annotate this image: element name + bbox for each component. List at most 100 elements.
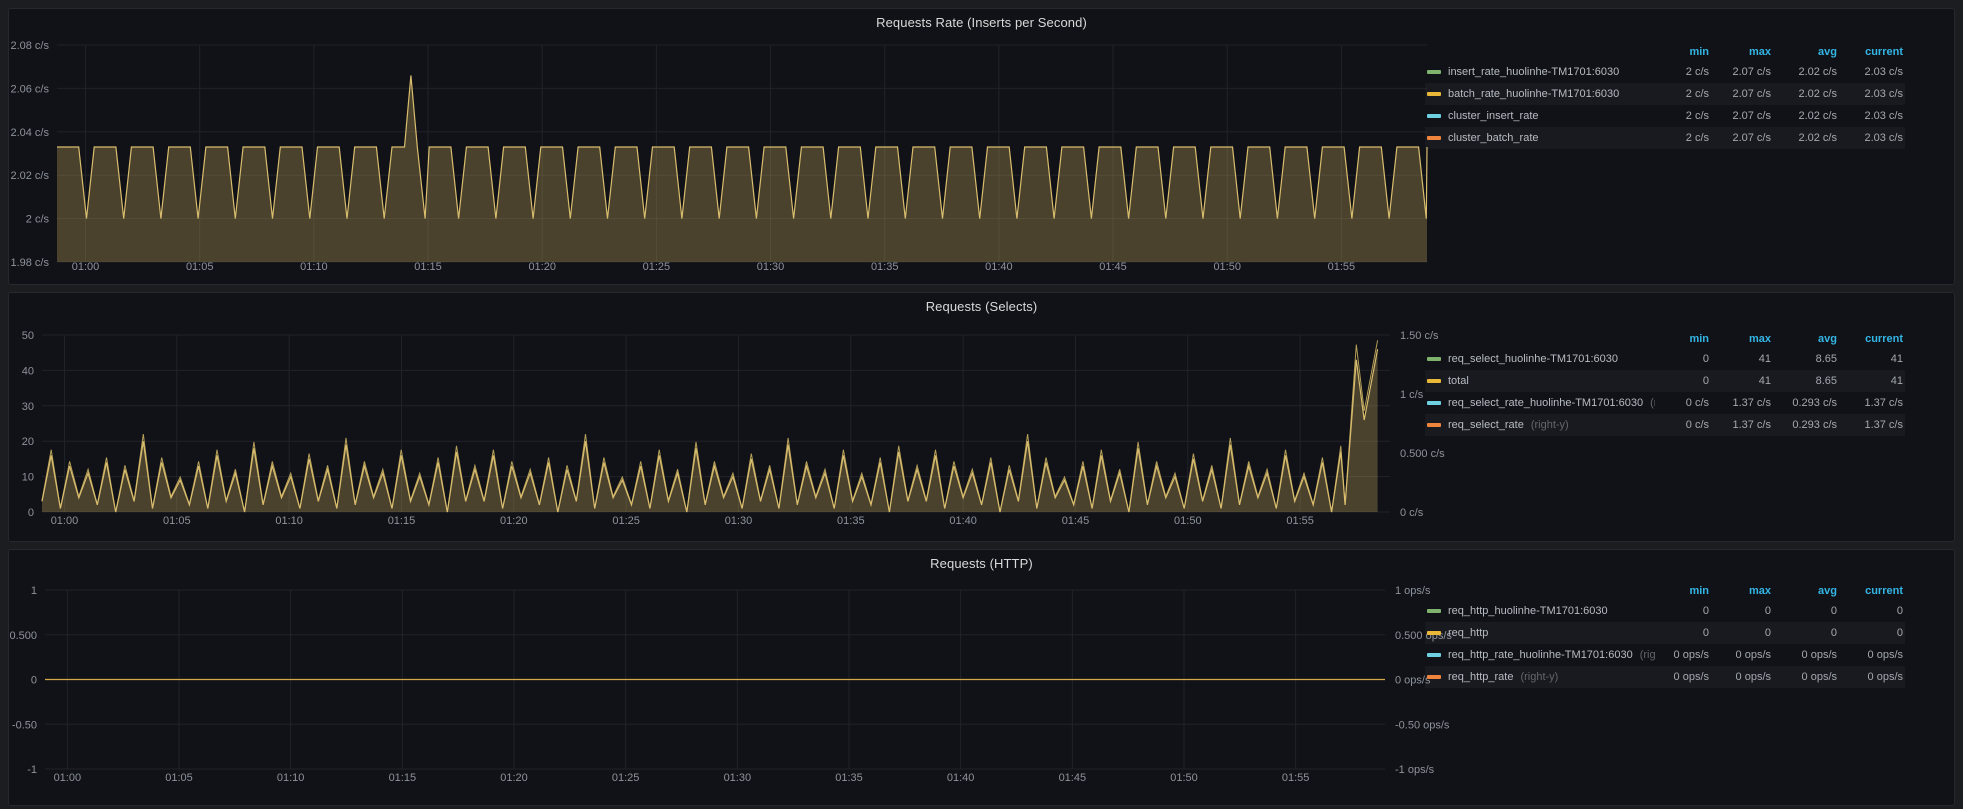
legend-series: total <box>1425 376 1655 387</box>
x-axis-tick-label: 01:35 <box>871 261 899 273</box>
legend-max-value: 2.07 c/s <box>1711 133 1773 144</box>
x-axis-tick-label: 01:40 <box>985 261 1013 273</box>
legend-header-avg[interactable]: avg <box>1773 586 1839 597</box>
series-color-swatch-icon <box>1427 631 1441 635</box>
legend-avg-value: 2.02 c/s <box>1773 111 1839 122</box>
legend-current-value: 0 ops/s <box>1839 672 1905 683</box>
legend-avg-value: 2.02 c/s <box>1773 89 1839 100</box>
legend-series-name[interactable]: req_select_huolinhe-TM1701:6030 <box>1448 354 1618 365</box>
legend-header-max[interactable]: max <box>1711 586 1773 597</box>
legend-series-name[interactable]: req_http <box>1448 628 1488 639</box>
y-axis-tick-label: 2 c/s <box>26 214 50 226</box>
legend-series: req_select_rate (right-y) <box>1425 420 1655 431</box>
grafana-dashboard: Requests Rate (Inserts per Second) 2.08 … <box>0 0 1963 806</box>
series-color-swatch-icon <box>1427 653 1441 657</box>
x-axis-tick-label: 01:40 <box>947 772 975 784</box>
legend-series-name[interactable]: req_select_rate_huolinhe-TM1701:6030 <box>1448 398 1643 409</box>
panel-title[interactable]: Requests Rate (Inserts per Second) <box>9 15 1954 30</box>
x-axis-tick-label: 01:30 <box>725 515 753 527</box>
legend-max-value: 2.07 c/s <box>1711 111 1773 122</box>
legend-avg-value: 8.65 <box>1773 354 1839 365</box>
panel-title[interactable]: Requests (Selects) <box>9 299 1954 314</box>
legend-header-min[interactable]: min <box>1655 334 1711 345</box>
legend-series-name[interactable]: total <box>1448 376 1469 387</box>
legend-series-name[interactable]: req_http_huolinhe-TM1701:6030 <box>1448 606 1608 617</box>
legend-series: req_select_huolinhe-TM1701:6030 <box>1425 354 1655 365</box>
legend-series-name[interactable]: cluster_batch_rate <box>1448 133 1539 144</box>
right-y-axis-tick-label: 0 c/s <box>1400 507 1424 519</box>
x-axis-tick-label: 01:40 <box>949 515 977 527</box>
legend-max-value: 2.07 c/s <box>1711 67 1773 78</box>
legend-min-value: 0 <box>1655 354 1711 365</box>
legend-header-current[interactable]: current <box>1839 47 1905 58</box>
x-axis-tick-label: 01:20 <box>500 772 528 784</box>
legend-current-value: 0 <box>1839 628 1905 639</box>
legend-header-max[interactable]: max <box>1711 47 1773 58</box>
x-axis-tick-label: 01:15 <box>414 261 442 273</box>
legend-header-avg[interactable]: avg <box>1773 334 1839 345</box>
y-axis-tick-label: 10 <box>22 472 34 484</box>
right-y-axis-tick-label: -1 ops/s <box>1395 764 1435 776</box>
legend-header-row: minmaxavgcurrent <box>1425 582 1905 600</box>
legend-min-value: 0 <box>1655 376 1711 387</box>
legend-row: cluster_batch_rate 2 c/s2.07 c/s2.02 c/s2… <box>1425 127 1905 149</box>
legend-avg-value: 0.293 c/s <box>1773 420 1839 431</box>
legend-row: cluster_insert_rate2 c/s2.07 c/s2.02 c/s… <box>1425 105 1905 127</box>
legend-header-max[interactable]: max <box>1711 334 1773 345</box>
legend-series: cluster_batch_rate <box>1425 133 1655 144</box>
x-axis-tick-label: 01:45 <box>1059 772 1087 784</box>
legend-row: batch_rate_huolinhe-TM1701:60302 c/s2.07… <box>1425 83 1905 105</box>
right-y-axis-tick-label: -0.50 ops/s <box>1395 719 1450 731</box>
y-axis-tick-label: 1 <box>31 585 37 597</box>
legend-min-value: 2 c/s <box>1655 133 1711 144</box>
legend-series-name[interactable]: insert_rate_huolinhe-TM1701:6030 <box>1448 67 1619 78</box>
x-axis-tick-label: 01:00 <box>54 772 82 784</box>
series-color-swatch-icon <box>1427 423 1441 427</box>
legend-series-name[interactable]: req_http_rate_huolinhe-TM1701:6030 <box>1448 650 1633 661</box>
y-axis-tick-label: 30 <box>22 401 34 413</box>
legend-right-axis-tag: (right-y) <box>1520 672 1558 683</box>
x-axis-tick-label: 01:05 <box>165 772 193 784</box>
panel-requests-http: Requests (HTTP) 10.5000-0.50-11 ops/s0.5… <box>8 549 1955 806</box>
y-axis-tick-label: 2.04 c/s <box>10 127 49 139</box>
legend-right-axis-tag: (right-y) <box>1531 420 1569 431</box>
legend-current-value: 2.03 c/s <box>1839 133 1905 144</box>
legend-header-row: minmaxavgcurrent <box>1425 43 1905 61</box>
series-color-swatch-icon <box>1427 70 1441 74</box>
legend-series-name[interactable]: batch_rate_huolinhe-TM1701:6030 <box>1448 89 1619 100</box>
legend-series: cluster_insert_rate <box>1425 111 1655 122</box>
legend-max-value: 41 <box>1711 376 1773 387</box>
legend-header-current[interactable]: current <box>1839 334 1905 345</box>
panel-requests-rate-inserts: Requests Rate (Inserts per Second) 2.08 … <box>8 8 1955 285</box>
y-axis-tick-label: 1.98 c/s <box>10 257 49 269</box>
y-axis-tick-label: 2.08 c/s <box>10 40 49 52</box>
y-axis-tick-label: -1 <box>27 764 37 776</box>
legend-avg-value: 0 <box>1773 628 1839 639</box>
legend-row: req_http_rate(right-y)0 ops/s0 ops/s0 op… <box>1425 666 1905 688</box>
legend-series-name[interactable]: req_http_rate <box>1448 672 1513 683</box>
legend-series-name[interactable]: cluster_insert_rate <box>1448 111 1539 122</box>
series-color-swatch-icon <box>1427 401 1441 405</box>
legend-series: req_http_rate_huolinhe-TM1701:6030(right… <box>1425 650 1655 661</box>
legend-min-value: 0 <box>1655 628 1711 639</box>
x-axis-tick-label: 01:10 <box>275 515 303 527</box>
y-axis-tick-label: 0.500 <box>9 630 37 642</box>
series-color-swatch-icon <box>1427 114 1441 118</box>
legend-header-min[interactable]: min <box>1655 47 1711 58</box>
y-axis-tick-label: 50 <box>22 330 34 342</box>
legend-current-value: 2.03 c/s <box>1839 67 1905 78</box>
legend-min-value: 2 c/s <box>1655 67 1711 78</box>
legend-series-name[interactable]: req_select_rate <box>1448 420 1524 431</box>
legend-row: req_http_rate_huolinhe-TM1701:6030(right… <box>1425 644 1905 666</box>
legend-header-current[interactable]: current <box>1839 586 1905 597</box>
legend-max-value: 0 ops/s <box>1711 672 1773 683</box>
legend-series: insert_rate_huolinhe-TM1701:6030 <box>1425 67 1655 78</box>
legend-header-avg[interactable]: avg <box>1773 47 1839 58</box>
panel-title[interactable]: Requests (HTTP) <box>9 556 1954 571</box>
legend-min-value: 0 c/s <box>1655 398 1711 409</box>
series-color-swatch-icon <box>1427 609 1441 613</box>
legend-avg-value: 2.02 c/s <box>1773 133 1839 144</box>
legend-header-min[interactable]: min <box>1655 586 1711 597</box>
x-axis-tick-label: 01:25 <box>612 772 640 784</box>
legend-row: req_select_huolinhe-TM1701:60300418.6541 <box>1425 348 1905 370</box>
